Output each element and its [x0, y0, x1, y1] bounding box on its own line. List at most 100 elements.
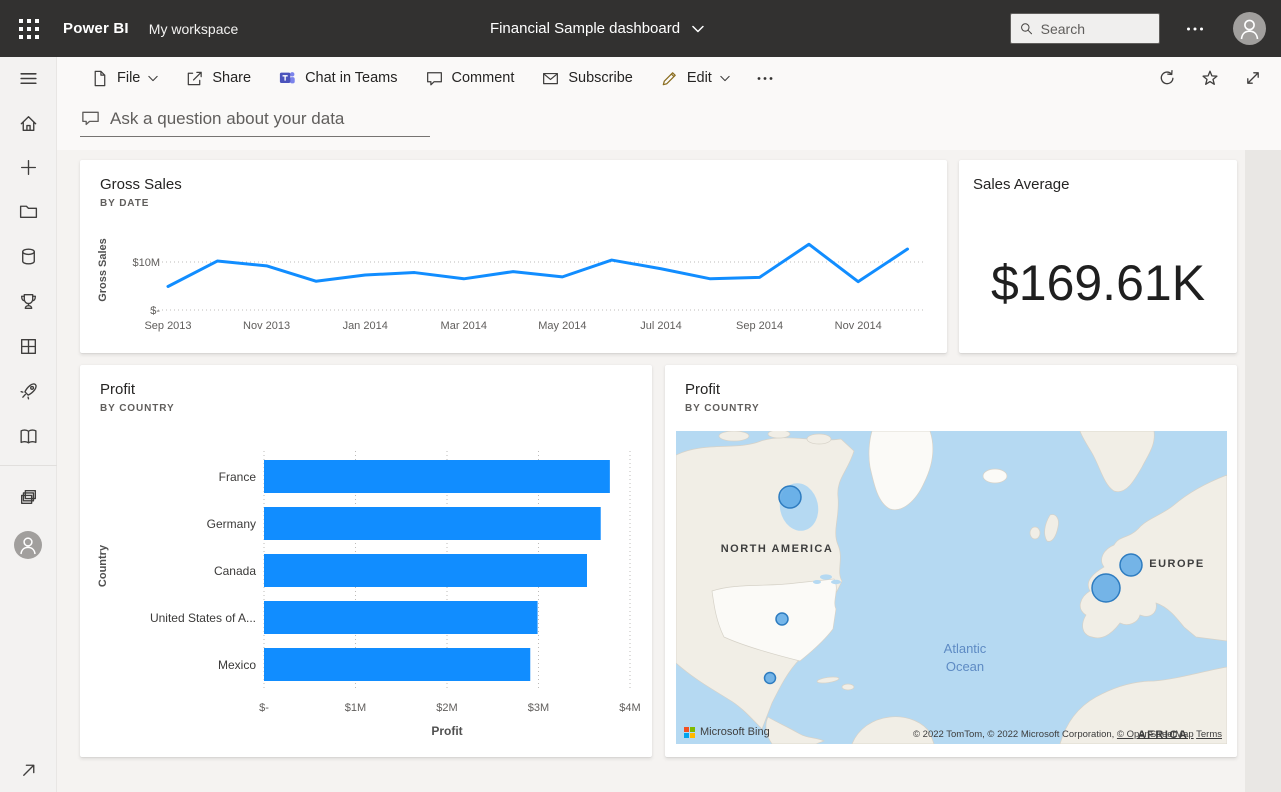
more-actions-icon[interactable]: [757, 76, 773, 81]
map-land-hispaniola: [842, 684, 854, 690]
svg-text:$-: $-: [150, 305, 160, 317]
pencil-icon: [660, 69, 679, 88]
svg-text:Mexico: Mexico: [218, 658, 256, 672]
nav-metrics-trophy-icon[interactable]: [18, 291, 39, 312]
subscribe-button[interactable]: Subscribe: [541, 69, 632, 88]
nav-learn-book-icon[interactable]: [18, 426, 39, 447]
report-action-bar: File Share Chat in Teams Comment Subscri: [57, 57, 1281, 99]
osm-attribution-link[interactable]: © OpenStreetMap: [1117, 729, 1194, 740]
top-app-bar: Power BI My workspace Financial Sample d…: [0, 0, 1281, 57]
refresh-icon: [1157, 68, 1177, 88]
favorite-button[interactable]: [1200, 68, 1220, 88]
svg-text:Sep 2013: Sep 2013: [144, 320, 191, 332]
share-icon: [185, 69, 204, 88]
bing-map[interactable]: NORTH AMERICAEUROPEAFRICAAtlanticOcean M…: [676, 431, 1227, 744]
terms-link[interactable]: Terms: [1196, 729, 1222, 740]
svg-text:Canada: Canada: [214, 564, 256, 578]
map-land-ireland: [1030, 527, 1040, 539]
star-icon: [1200, 68, 1220, 88]
svg-text:Sep 2014: Sep 2014: [736, 320, 783, 332]
bing-provider-label: Microsoft Bing: [700, 726, 770, 738]
global-search[interactable]: [1010, 13, 1160, 44]
nav-my-workspace-avatar[interactable]: [14, 531, 42, 559]
tile-title: Profit: [685, 381, 720, 398]
gross-sales-line-chart[interactable]: $-$10MSep 2013Nov 2013Jan 2014Mar 2014Ma…: [110, 226, 937, 340]
svg-text:Nov 2014: Nov 2014: [835, 320, 882, 332]
nav-divider: [0, 465, 57, 466]
app-launcher-waffle-icon[interactable]: [14, 14, 44, 44]
nav-create-icon[interactable]: [18, 157, 39, 178]
svg-text:$1M: $1M: [345, 702, 366, 714]
qna-bubble-icon: [80, 108, 101, 129]
refresh-button[interactable]: [1157, 68, 1177, 88]
expand-diagonal-icon: [1243, 68, 1263, 88]
map-great-lakes: [820, 574, 832, 579]
svg-text:United States of A...: United States of A...: [150, 611, 256, 625]
powerbi-brand[interactable]: Power BI: [63, 20, 129, 37]
comment-button[interactable]: Comment: [425, 69, 515, 88]
svg-text:Jan 2014: Jan 2014: [343, 320, 388, 332]
menu-hamburger-icon[interactable]: [18, 68, 39, 89]
tile-title: Sales Average: [973, 176, 1069, 193]
topbar-more-options-icon[interactable]: [1178, 0, 1212, 57]
tile-profit-bar-chart[interactable]: Profit BY COUNTRY Country $-$1M$2M$3M$4M…: [80, 365, 652, 757]
svg-text:Jul 2014: Jul 2014: [640, 320, 682, 332]
profit-bar-chart[interactable]: $-$1M$2M$3M$4MFranceGermanyCanadaUnited …: [105, 443, 645, 743]
tile-subtitle: BY DATE: [100, 198, 149, 209]
nav-data-hub-icon[interactable]: [18, 246, 39, 267]
tile-title: Gross Sales: [100, 176, 182, 193]
dashboard-title-dropdown[interactable]: Financial Sample dashboard: [490, 20, 704, 37]
map-arctic-island: [768, 431, 790, 438]
nav-external-link-icon[interactable]: [18, 760, 39, 781]
account-avatar[interactable]: [1233, 12, 1266, 45]
map-land-iceland: [983, 469, 1007, 483]
svg-text:$4M: $4M: [619, 702, 640, 714]
person-icon: [14, 531, 42, 559]
tile-subtitle: BY COUNTRY: [685, 403, 760, 414]
workspace-name[interactable]: My workspace: [149, 21, 238, 37]
share-button[interactable]: Share: [185, 69, 251, 88]
search-input[interactable]: [1041, 21, 1150, 37]
svg-text:May 2014: May 2014: [538, 320, 586, 332]
comment-bubble-icon: [425, 69, 444, 88]
file-menu[interactable]: File: [90, 69, 158, 88]
microsoft-logo-icon: [684, 727, 695, 738]
search-icon: [1020, 21, 1033, 36]
left-navigation: [0, 57, 57, 792]
tile-sales-average[interactable]: Sales Average $169.61K: [959, 160, 1237, 353]
tile-gross-sales[interactable]: Gross Sales BY DATE Gross Sales $-$10MSe…: [80, 160, 947, 353]
chevron-down-icon: [720, 75, 730, 82]
nav-apps-icon[interactable]: [18, 336, 39, 357]
fullscreen-button[interactable]: [1243, 68, 1263, 88]
map-arctic-island: [719, 431, 749, 441]
qna-placeholder: Ask a question about your data: [110, 109, 344, 129]
svg-text:France: France: [219, 470, 257, 484]
svg-text:$2M: $2M: [436, 702, 457, 714]
map-canvas[interactable]: NORTH AMERICAEUROPEAFRICAAtlanticOcean: [676, 431, 1227, 744]
map-great-lakes: [813, 580, 821, 584]
dashboard-title: Financial Sample dashboard: [490, 20, 680, 37]
qna-question-box[interactable]: Ask a question about your data: [80, 108, 430, 137]
ellipsis-icon: [1186, 26, 1204, 32]
svg-text:Germany: Germany: [207, 517, 256, 531]
svg-text:Mar 2014: Mar 2014: [441, 320, 487, 332]
map-arctic-island: [807, 434, 831, 444]
chat-in-teams-button[interactable]: Chat in Teams: [278, 69, 397, 88]
kpi-value: $169.61K: [959, 254, 1237, 312]
nav-browse-folder-icon[interactable]: [18, 201, 39, 222]
y-axis-title: Gross Sales: [97, 225, 109, 315]
chevron-down-icon: [692, 25, 704, 33]
edit-menu[interactable]: Edit: [660, 69, 730, 88]
ellipsis-icon: [757, 76, 773, 81]
bing-logo[interactable]: Microsoft Bing: [684, 726, 770, 738]
svg-text:EUROPE: EUROPE: [1149, 558, 1204, 570]
map-great-lakes: [831, 580, 841, 584]
teams-icon: [278, 69, 297, 88]
nav-workspaces-icon[interactable]: [18, 487, 39, 508]
nav-deployment-pipelines-icon[interactable]: [18, 381, 39, 402]
envelope-icon: [541, 69, 560, 88]
svg-text:$3M: $3M: [528, 702, 549, 714]
nav-home-icon[interactable]: [18, 113, 39, 134]
tile-profit-map[interactable]: Profit BY COUNTRY: [665, 365, 1237, 757]
map-attribution: © 2022 TomTom, © 2022 Microsoft Corporat…: [913, 729, 1222, 740]
